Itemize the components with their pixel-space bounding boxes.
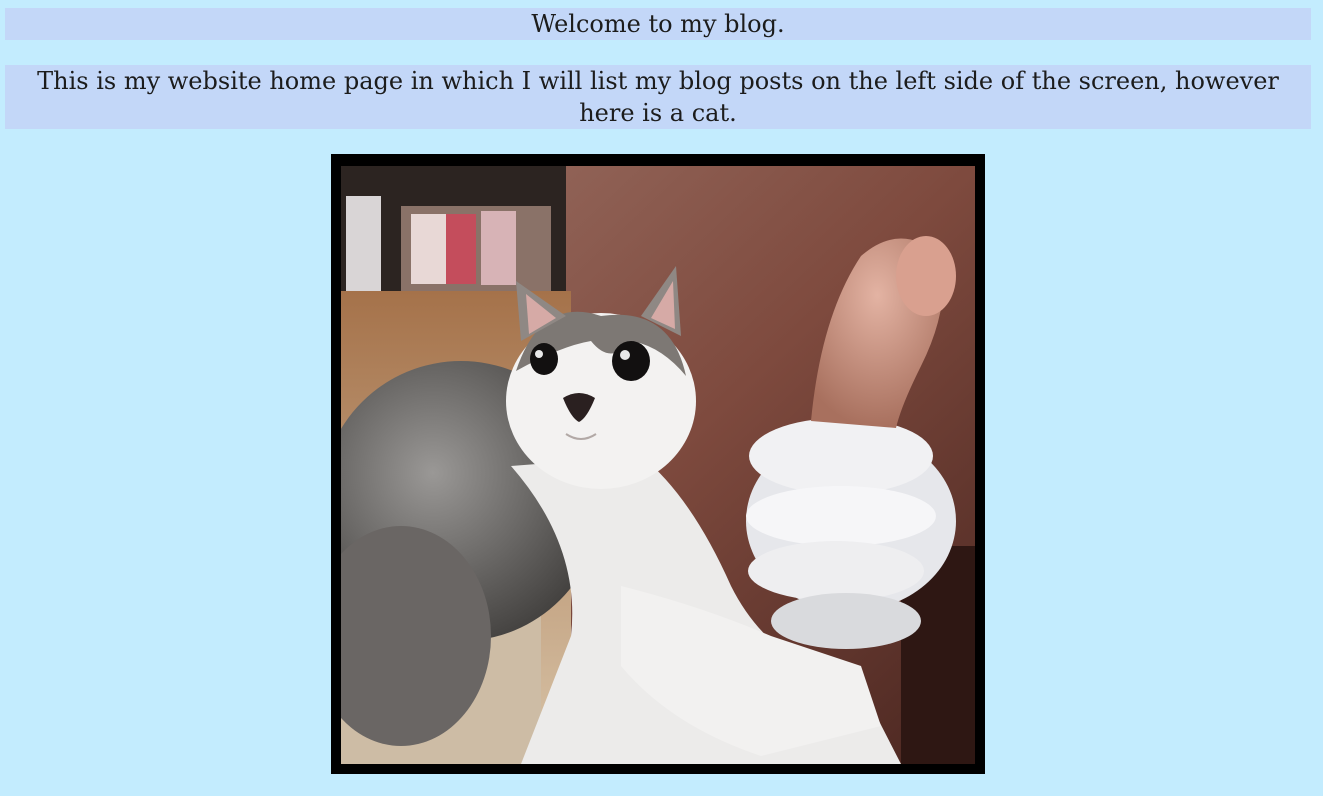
- page-heading: Welcome to my blog.: [5, 8, 1311, 40]
- intro-paragraph: This is my website home page in which I …: [5, 65, 1311, 129]
- cat-photo-frame: [331, 154, 985, 774]
- blog-home-page: Welcome to my blog. This is my website h…: [0, 0, 1323, 796]
- cat-photo: [341, 166, 975, 764]
